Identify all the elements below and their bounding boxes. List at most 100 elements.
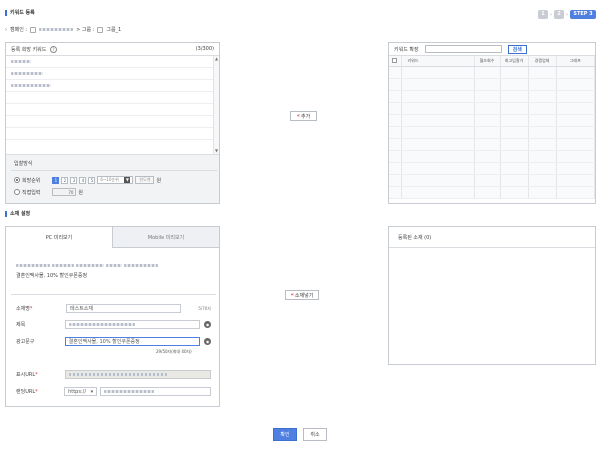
rank-1[interactable]: 1 xyxy=(52,176,60,184)
list-item[interactable] xyxy=(6,56,219,68)
keyword-expansion-panel: 키워드 확장 검색 키워드 월조회수 최고입찰가 경쟁업체 그래프 xyxy=(388,42,596,204)
protocol-select[interactable]: https:// ▾ xyxy=(64,387,98,396)
step-arrow-icon: › xyxy=(550,11,552,18)
add-keyword-label: 추가 xyxy=(301,113,311,120)
ad-editor-panel: PC 미리보기 Mobile 미리보기 결혼인맥사몰, 10% 할인쿠폰증정 소… xyxy=(5,226,220,407)
keyword-search-input[interactable] xyxy=(424,45,502,53)
col-keyword[interactable]: 키워드 xyxy=(401,56,475,67)
desired-keywords-title-wrap: 등록 희망 키워드 ? xyxy=(11,45,57,53)
rank-2[interactable]: 2 xyxy=(61,176,69,184)
rank-3[interactable]: 3 xyxy=(70,176,78,184)
divider xyxy=(11,294,216,295)
ad-description-row: 광고문구 결혼인맥사몰, 10% 할인쿠폰증정 ◉ xyxy=(16,337,211,346)
ad-name-row: 소재명* 테스트소재 5/70자 xyxy=(16,304,211,313)
group-name: 그룹_1 xyxy=(106,27,122,33)
table-row[interactable] xyxy=(389,174,595,187)
ad-title-label: 제목 xyxy=(16,322,26,328)
confirm-button[interactable]: 확인 xyxy=(273,428,297,441)
ad-title-input[interactable] xyxy=(64,320,201,329)
rank-5[interactable]: 5 xyxy=(88,176,96,184)
chevron-down-icon: ▼ xyxy=(124,177,131,183)
preview-headline-redacted xyxy=(16,264,158,267)
direct-radio[interactable] xyxy=(14,189,20,195)
direct-option-label: 직접입력 xyxy=(22,189,41,196)
rank-option-label: 희망순위 xyxy=(22,177,41,184)
list-item[interactable] xyxy=(6,104,219,116)
ad-description-count: 29/50자(최대 40자) xyxy=(156,349,192,354)
eye-icon[interactable]: ◉ xyxy=(204,321,211,328)
table-row[interactable] xyxy=(389,102,595,115)
registered-ads-title: 등록된 소재 (0) xyxy=(398,234,432,241)
step-arrow-icon: › xyxy=(566,11,568,18)
insert-ad-button[interactable]: « 소재넣기 xyxy=(285,290,319,300)
search-button[interactable]: 검색 xyxy=(507,44,527,54)
cancel-button[interactable]: 취소 xyxy=(303,428,327,441)
breadcrumb: › 캠페인 : > 그룹 : 그룹_1 xyxy=(5,26,121,33)
table-row[interactable] xyxy=(389,66,595,79)
table-row[interactable] xyxy=(389,90,595,103)
preview-description: 결혼인맥사몰, 10% 할인쿠폰증정 xyxy=(16,273,88,279)
col-monthly-searches[interactable]: 월조회수 xyxy=(474,56,501,67)
col-max-bid[interactable]: 최고입찰가 xyxy=(500,56,529,67)
table-row[interactable] xyxy=(389,126,595,139)
rank-option-row: 희망순위 1 2 3 4 5 6~10순위 ▼ 한도액 원 xyxy=(14,176,161,184)
bid-method-block: 입찰방식 희망순위 1 2 3 4 5 6~10순위 ▼ 한도액 원 직접입력 … xyxy=(6,154,219,203)
list-item[interactable] xyxy=(6,80,219,92)
list-item[interactable] xyxy=(6,128,219,140)
direct-option-row: 직접입력 70 원 xyxy=(14,188,83,196)
col-competitors[interactable]: 경쟁업체 xyxy=(528,56,557,67)
title-redacted xyxy=(68,323,135,326)
rank-unit: 원 xyxy=(156,177,162,184)
keyword-list[interactable]: ▲ ▼ xyxy=(6,56,219,154)
direct-bid-input[interactable]: 70 xyxy=(52,188,77,196)
registered-ads-header: 등록된 소재 (0) xyxy=(389,227,595,248)
limit-amount-button[interactable]: 한도액 xyxy=(135,176,155,184)
title-marker xyxy=(5,210,7,217)
step-indicator: 1 › 2 › STEP 3 xyxy=(538,10,596,19)
rank-radio[interactable] xyxy=(14,177,20,183)
step-3: STEP 3 xyxy=(570,10,596,19)
step-2: 2 xyxy=(554,10,564,19)
ad-name-count: 5/70자 xyxy=(198,305,211,311)
list-item[interactable] xyxy=(6,92,219,104)
tab-mobile-preview[interactable]: Mobile 미리보기 xyxy=(112,227,219,248)
eye-icon[interactable]: ◉ xyxy=(204,338,211,345)
chevron-down-icon: ▾ xyxy=(90,388,94,395)
table-row[interactable] xyxy=(389,162,595,175)
page-title-text: 키워드 등록 xyxy=(10,10,35,16)
step-1: 1 xyxy=(538,10,548,19)
title-marker xyxy=(5,9,7,16)
table-row[interactable] xyxy=(389,186,595,199)
table-row[interactable] xyxy=(389,78,595,91)
list-item[interactable] xyxy=(6,68,219,80)
scrollbar[interactable]: ▲ ▼ xyxy=(213,56,219,154)
url-redacted xyxy=(104,390,155,393)
landing-url-label: 랜딩URL* xyxy=(16,389,38,395)
select-all-cell xyxy=(389,56,402,67)
rank-range-select[interactable]: 6~10순위 ▼ xyxy=(97,176,134,184)
rank-4[interactable]: 4 xyxy=(79,176,87,184)
keyword-expansion-header: 키워드 확장 검색 xyxy=(389,43,595,56)
ad-description-input[interactable]: 결혼인맥사몰, 10% 할인쿠폰증정 xyxy=(64,337,201,346)
keyword-redacted xyxy=(11,84,51,87)
ad-name-input[interactable]: 테스트소재 xyxy=(66,304,181,313)
list-item[interactable] xyxy=(6,116,219,128)
tab-pc-preview[interactable]: PC 미리보기 xyxy=(6,227,112,248)
landing-url-input[interactable] xyxy=(100,387,211,396)
keyword-expansion-table: 키워드 월조회수 최고입찰가 경쟁업체 그래프 xyxy=(389,56,595,199)
help-icon[interactable]: ? xyxy=(49,45,57,53)
col-graph[interactable]: 그래프 xyxy=(556,56,595,67)
preview-tabs: PC 미리보기 Mobile 미리보기 xyxy=(6,227,219,248)
double-arrow-left-icon: « xyxy=(296,113,301,119)
select-all-checkbox[interactable] xyxy=(392,57,398,63)
direct-unit: 원 xyxy=(78,189,84,196)
scroll-up-icon[interactable]: ▲ xyxy=(214,56,219,62)
table-row[interactable] xyxy=(389,150,595,163)
display-url-input[interactable] xyxy=(64,370,211,379)
ad-section-title-text: 소재 설정 xyxy=(10,211,31,217)
add-keyword-button[interactable]: « 추가 xyxy=(290,111,317,121)
url-redacted xyxy=(68,373,167,376)
table-row[interactable] xyxy=(389,138,595,151)
page-title: 키워드 등록 xyxy=(5,9,35,16)
table-row[interactable] xyxy=(389,114,595,127)
